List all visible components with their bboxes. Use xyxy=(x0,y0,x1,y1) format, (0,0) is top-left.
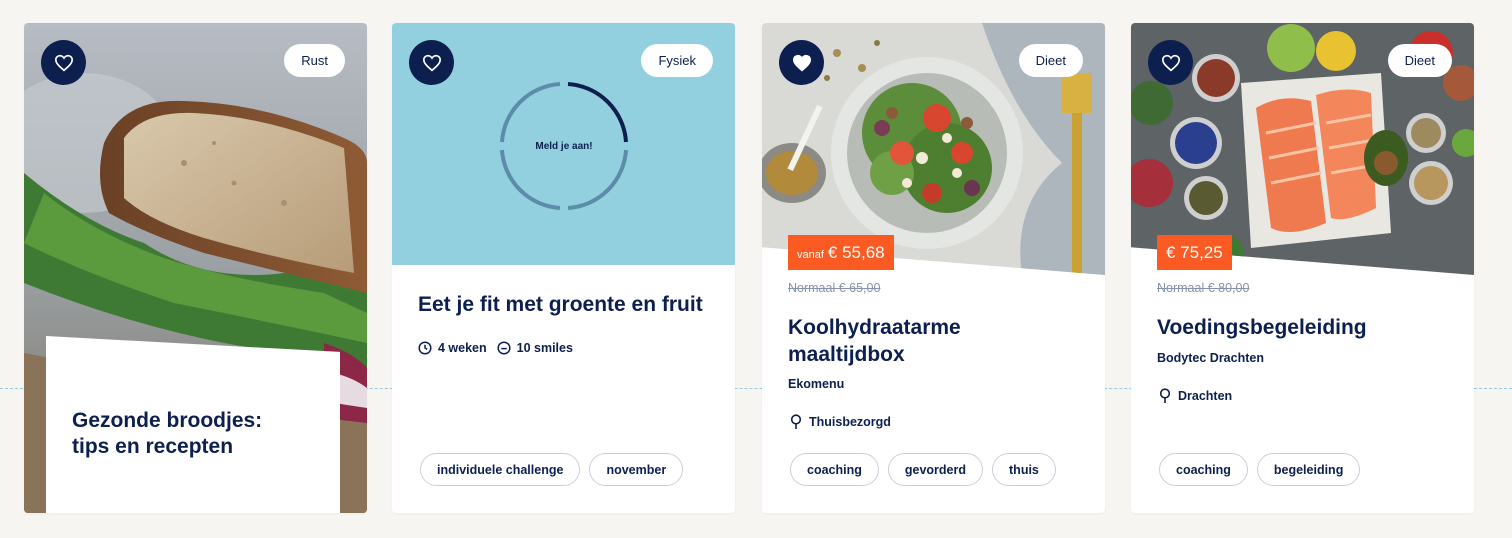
vendor-name: Bodytec Drachten xyxy=(1157,351,1264,365)
heart-outline-icon xyxy=(1161,54,1180,71)
smiles-item: 10 smiles xyxy=(497,341,573,355)
category-badge: Dieet xyxy=(1387,44,1452,77)
tag[interactable]: november xyxy=(589,453,684,486)
article-title[interactable]: Gezonde broodjes: tips en recepten xyxy=(72,408,302,461)
challenge-title[interactable]: Eet je fit met groente en fruit xyxy=(418,293,718,317)
tag[interactable]: thuis xyxy=(992,453,1056,486)
duration-item: 4 weken xyxy=(418,341,487,355)
location-pin-icon xyxy=(790,414,802,429)
old-price: Normaal € 80,00 xyxy=(1157,281,1250,295)
smiley-icon xyxy=(497,341,511,355)
favorite-button[interactable] xyxy=(409,40,454,85)
tag[interactable]: gevorderd xyxy=(887,453,984,486)
heart-outline-icon xyxy=(422,54,441,71)
favorite-button[interactable] xyxy=(1148,40,1193,85)
tag[interactable]: coaching xyxy=(790,453,879,486)
smiles-text: 10 smiles xyxy=(516,341,573,355)
favorite-button[interactable] xyxy=(779,40,824,85)
price-prefix: vanaf xyxy=(797,249,824,261)
category-badge: Rust xyxy=(284,44,345,77)
heart-filled-icon xyxy=(792,54,811,71)
product-card[interactable]: € 75,25 Normaal € 80,00 Voedingsbegeleid… xyxy=(1131,23,1474,513)
product-title[interactable]: Koolhydraatarme maaltijdbox xyxy=(788,315,1078,369)
product-card[interactable]: vanaf € 55,68 Normaal € 65,00 Koolhydraa… xyxy=(762,23,1105,513)
tag-list: coaching begeleiding xyxy=(1159,453,1361,486)
price-tag: vanaf € 55,68 xyxy=(788,235,894,270)
signup-label[interactable]: Meld je aan! xyxy=(496,78,632,214)
price-amount: € 75,25 xyxy=(1166,243,1223,262)
location: Thuisbezorgd xyxy=(790,414,891,430)
challenge-meta: 4 weken 10 smiles xyxy=(418,341,573,355)
old-price: Normaal € 65,00 xyxy=(788,281,881,295)
clock-icon xyxy=(418,341,432,355)
vendor-name: Ekomenu xyxy=(788,377,845,391)
challenge-card[interactable]: Meld je aan! Eet je fit met groente en f… xyxy=(392,23,735,513)
category-badge: Fysiek xyxy=(641,44,713,77)
heart-outline-icon xyxy=(54,54,73,71)
location-pin-icon xyxy=(1159,388,1171,403)
category-badge: Dieet xyxy=(1018,44,1083,77)
product-title[interactable]: Voedingsbegeleiding xyxy=(1157,315,1447,342)
tag-list: coaching gevorderd thuis xyxy=(790,453,1056,486)
tag-list: individuele challenge november xyxy=(420,453,684,486)
price-tag: € 75,25 xyxy=(1157,235,1232,270)
location-text: Drachten xyxy=(1178,389,1233,403)
article-card[interactable]: Gezonde broodjes: tips en recepten Rust xyxy=(24,23,367,513)
favorite-button[interactable] xyxy=(41,40,86,85)
price-amount: € 55,68 xyxy=(827,243,885,262)
duration-text: 4 weken xyxy=(438,341,487,355)
location-text: Thuisbezorgd xyxy=(809,415,891,429)
tag[interactable]: begeleiding xyxy=(1256,453,1361,486)
location: Drachten xyxy=(1159,388,1232,404)
tag[interactable]: individuele challenge xyxy=(420,453,581,486)
tag[interactable]: coaching xyxy=(1159,453,1248,486)
